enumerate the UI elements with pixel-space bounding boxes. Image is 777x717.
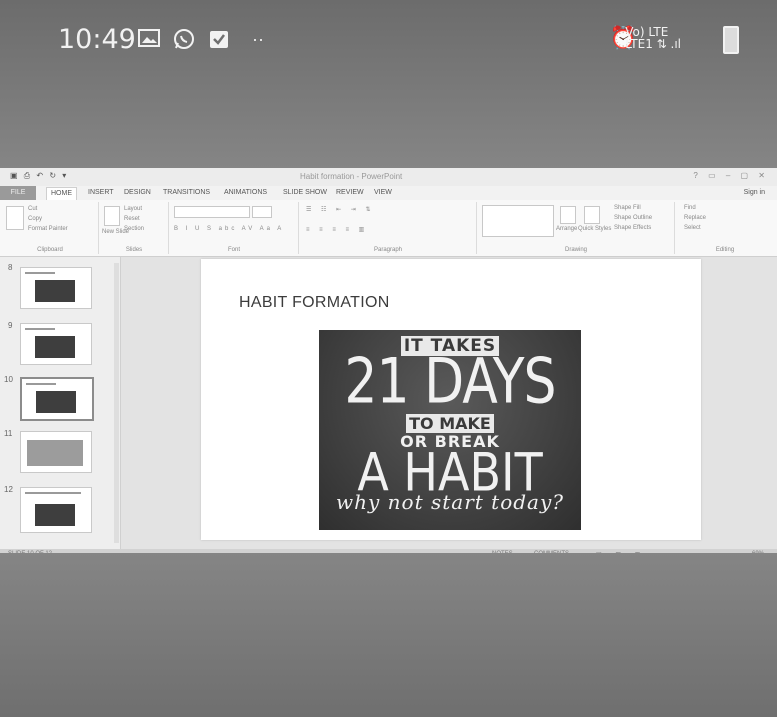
- status-bar: 10:49 ·· ⏰ Vo) LTE LTE1 ⇅ .ıl: [0, 14, 777, 64]
- battery-icon: [723, 26, 739, 54]
- thumb-number: 12: [4, 485, 13, 494]
- tab-view[interactable]: VIEW: [374, 189, 392, 196]
- slide-title[interactable]: HABIT FORMATION: [239, 294, 390, 312]
- phone-status-area: 10:49 ·· ⏰ Vo) LTE LTE1 ⇅ .ıl: [0, 0, 777, 168]
- powerpoint-window: ▣ ⎙ ↶ ↻ ▾ Habit formation - PowerPoint ?…: [0, 168, 777, 560]
- ribbon-tabs: FILE HOME INSERT DESIGN TRANSITIONS ANIM…: [0, 186, 777, 200]
- thumb-number: 10: [4, 375, 13, 384]
- sign-in-link[interactable]: Sign in: [744, 189, 765, 196]
- reset-button[interactable]: Reset: [124, 216, 140, 222]
- poster-line-2: 21 DAYS: [344, 346, 556, 418]
- font-group: B I U S abc AV Aa A Font: [170, 202, 299, 254]
- editing-label: Editing: [715, 247, 735, 253]
- window-title: Habit formation - PowerPoint: [300, 172, 403, 181]
- clock: 10:49: [58, 24, 136, 55]
- slide-thumbnail-12[interactable]: [20, 487, 92, 533]
- tab-home[interactable]: HOME: [46, 187, 77, 200]
- shape-outline-button[interactable]: Shape Outline: [614, 215, 652, 221]
- shapes-gallery[interactable]: [482, 205, 554, 237]
- slide-thumbnails-pane: 8 9 10 11 12: [0, 257, 121, 549]
- shape-effects-button[interactable]: Shape Effects: [614, 225, 651, 231]
- new-slide-button[interactable]: [104, 206, 120, 226]
- replace-button[interactable]: Replace: [684, 215, 706, 221]
- thumb-number: 8: [8, 263, 13, 272]
- title-bar: ▣ ⎙ ↶ ↻ ▾ Habit formation - PowerPoint ?…: [0, 168, 777, 186]
- quick-styles-label: Quick Styles: [578, 226, 612, 232]
- cut-button[interactable]: Cut: [28, 206, 37, 212]
- tab-animations[interactable]: ANIMATIONS: [224, 189, 267, 196]
- network-indicator: Vo) LTE LTE1 ⇅ .ıl: [625, 26, 681, 50]
- find-button[interactable]: Find: [684, 205, 696, 211]
- tab-slide-show[interactable]: SLIDE SHOW: [283, 189, 327, 196]
- align-buttons[interactable]: ≡ ≡ ≡ ≡ ▥: [306, 226, 368, 233]
- tab-insert[interactable]: INSERT: [88, 189, 114, 196]
- select-button[interactable]: Select: [684, 225, 701, 231]
- clipboard-group: Cut Copy Format Painter Clipboard: [2, 202, 99, 254]
- window-controls[interactable]: ? ▭ – ▢ ✕: [693, 171, 769, 180]
- quick-access-toolbar[interactable]: ▣ ⎙ ↶ ↻ ▾: [10, 171, 68, 181]
- copy-button[interactable]: Copy: [28, 216, 42, 222]
- thumb-number: 9: [8, 321, 13, 330]
- slide-thumbnail-9[interactable]: [20, 323, 92, 365]
- tab-review[interactable]: REVIEW: [336, 189, 364, 196]
- font-name-box[interactable]: [174, 206, 250, 218]
- shape-fill-button[interactable]: Shape Fill: [614, 205, 641, 211]
- clipboard-label: Clipboard: [37, 247, 63, 253]
- tab-design[interactable]: DESIGN: [124, 189, 151, 196]
- paragraph-group: ☰ ☷ ⇤ ⇥ ⇅ ≡ ≡ ≡ ≡ ▥ Paragraph: [300, 202, 477, 254]
- drawing-group: Arrange Quick Styles Shape Fill Shape Ou…: [478, 202, 675, 254]
- phone-bottom-area: [0, 553, 777, 717]
- editing-group: Find Replace Select Editing: [676, 202, 774, 254]
- tab-transitions[interactable]: TRANSITIONS: [163, 189, 210, 196]
- poster-line-3: TO MAKE: [319, 414, 581, 433]
- paste-button[interactable]: [6, 206, 24, 230]
- layout-button[interactable]: Layout: [124, 206, 142, 212]
- font-format-buttons[interactable]: B I U S abc AV Aa A: [174, 226, 284, 232]
- quick-styles-button[interactable]: [584, 206, 600, 224]
- list-buttons[interactable]: ☰ ☷ ⇤ ⇥ ⇅: [306, 206, 375, 213]
- slide-thumbnail-10[interactable]: [20, 377, 94, 421]
- slide-editing-area: HABIT FORMATION IT TAKES 21 DAYS TO MAKE…: [121, 257, 777, 549]
- drawing-label: Drawing: [564, 247, 587, 253]
- thumbnails-scrollbar[interactable]: [114, 263, 119, 543]
- poster-line-6: why not start today?: [336, 490, 564, 514]
- gallery-icon: [137, 28, 161, 50]
- font-label: Font: [227, 247, 240, 253]
- current-slide[interactable]: HABIT FORMATION IT TAKES 21 DAYS TO MAKE…: [201, 259, 701, 540]
- format-painter-button[interactable]: Format Painter: [28, 226, 68, 232]
- tab-file[interactable]: FILE: [0, 186, 36, 200]
- ribbon: Cut Copy Format Painter Clipboard New Sl…: [0, 200, 777, 257]
- slide-thumbnail-8[interactable]: [20, 267, 92, 309]
- font-size-box[interactable]: [252, 206, 272, 218]
- slides-group: New Slide Layout Reset Section Slides: [100, 202, 169, 254]
- check-icon: [207, 28, 231, 50]
- whatsapp-icon: [172, 28, 196, 50]
- slides-label: Slides: [125, 247, 143, 253]
- thumb-number: 11: [4, 429, 13, 438]
- slide-thumbnail-11[interactable]: [20, 431, 92, 473]
- habit-poster-image[interactable]: IT TAKES 21 DAYS TO MAKE OR BREAK A HABI…: [319, 330, 581, 530]
- network-line2: LTE1 ⇅ .ıl: [625, 37, 681, 51]
- paragraph-label: Paragraph: [373, 247, 403, 253]
- arrange-label: Arrange: [556, 226, 578, 232]
- more-icon: ··: [252, 29, 264, 49]
- section-button[interactable]: Section: [124, 226, 144, 232]
- arrange-button[interactable]: [560, 206, 576, 224]
